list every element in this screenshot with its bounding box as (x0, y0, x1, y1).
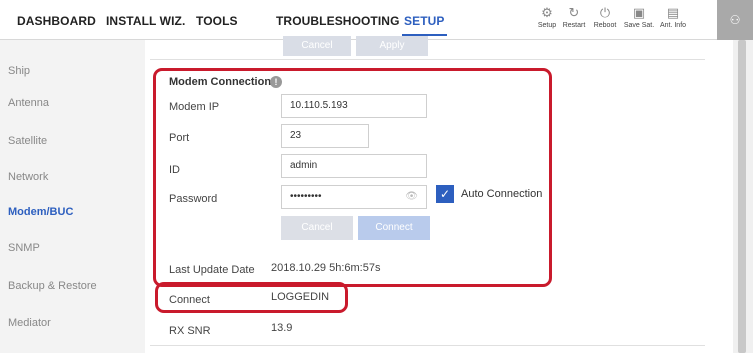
section-divider (150, 59, 705, 60)
sidebar-item-mediator[interactable]: Mediator (8, 317, 51, 329)
toolbar-reboot[interactable]: ⏻ Reboot (589, 4, 621, 36)
user-button[interactable]: ⚇ (717, 0, 753, 40)
rx-snr-value: 13.9 (271, 322, 293, 334)
nav-dashboard[interactable]: DASHBOARD (17, 0, 96, 40)
previous-cancel-button[interactable]: Cancel (283, 36, 351, 56)
nav-setup[interactable]: SETUP (402, 0, 447, 40)
main-content: Cancel Apply Modem Connection ! Modem IP… (145, 36, 733, 353)
nav-troubleshooting[interactable]: TROUBLESHOOTING (276, 0, 400, 40)
toolbar-save-sat[interactable]: ▣ Save Sat. (623, 4, 655, 36)
restart-icon: ↻ (568, 5, 580, 20)
power-icon: ⏻ (599, 5, 611, 20)
sidebar: Ship Antenna Satellite Network Modem/BUC… (0, 40, 145, 353)
user-icon: ⚇ (729, 13, 741, 27)
sidebar-item-network[interactable]: Network (8, 171, 48, 183)
toolbar-restart[interactable]: ↻ Restart (558, 4, 590, 36)
antenna-info-icon: ▤ (666, 5, 680, 20)
nav-tools[interactable]: TOOLS (196, 0, 238, 40)
scrollbar-thumb[interactable] (738, 40, 746, 353)
rx-snr-label: RX SNR (169, 325, 211, 337)
sidebar-item-ship[interactable]: Ship (8, 65, 30, 77)
bottom-divider (150, 345, 705, 346)
top-navigation: DASHBOARD INSTALL WIZ. TOOLS TROUBLESHOO… (0, 0, 753, 40)
connect-status-highlight (155, 282, 348, 313)
save-icon: ▣ (632, 5, 646, 20)
sidebar-item-antenna[interactable]: Antenna (8, 97, 49, 109)
sidebar-item-modem-buc[interactable]: Modem/BUC (8, 206, 73, 218)
nav-install-wizard[interactable]: INSTALL WIZ. (106, 0, 185, 40)
toolbar-ant-info[interactable]: ▤ Ant. Info (657, 4, 689, 36)
sidebar-item-snmp[interactable]: SNMP (8, 242, 40, 254)
modem-connection-highlight (153, 68, 552, 287)
toolbar-ant-info-label: Ant. Info (659, 22, 687, 29)
previous-apply-button[interactable]: Apply (356, 36, 428, 56)
sidebar-item-backup-restore[interactable]: Backup & Restore (8, 280, 97, 292)
sidebar-item-satellite[interactable]: Satellite (8, 135, 47, 147)
